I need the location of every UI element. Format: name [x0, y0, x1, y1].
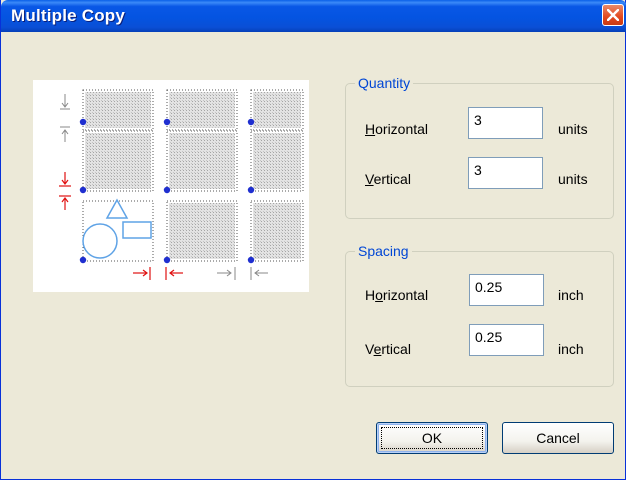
ok-button-label: OK — [421, 430, 443, 446]
spacing-horizontal-input[interactable] — [469, 274, 544, 306]
copy-preview-diagram — [33, 80, 309, 292]
dialog-title: Multiple Copy — [11, 6, 126, 25]
cancel-button[interactable]: Cancel — [502, 422, 614, 454]
quantity-horizontal-label: Horizontal — [365, 121, 429, 137]
quantity-horizontal-unit: units — [558, 121, 588, 137]
quantity-group: Quantity — [345, 75, 614, 219]
spacing-vertical-unit: inch — [558, 341, 584, 357]
spacing-group: Spacing — [345, 243, 614, 387]
spacing-group-label: Spacing — [355, 243, 412, 259]
multiple-copy-dialog: Multiple Copy Quantity Horizontal 3 unit… — [0, 0, 626, 480]
spacing-vertical-input[interactable] — [469, 324, 544, 356]
title-bar[interactable]: Multiple Copy — [1, 0, 626, 32]
spacing-horizontal-label: Horizontal — [365, 287, 429, 303]
close-button[interactable] — [602, 4, 624, 26]
quantity-group-label: Quantity — [355, 75, 414, 91]
quantity-vertical-label: Vertical — [365, 171, 411, 187]
close-icon — [607, 9, 619, 21]
quantity-horizontal-input[interactable] — [468, 107, 543, 139]
cancel-button-label: Cancel — [536, 430, 580, 446]
ok-button[interactable]: OK — [376, 422, 488, 454]
spacing-horizontal-unit: inch — [558, 287, 584, 303]
quantity-vertical-unit: units — [558, 171, 588, 187]
quantity-vertical-input[interactable] — [468, 157, 543, 189]
spacing-vertical-label: Vertical — [365, 341, 411, 357]
